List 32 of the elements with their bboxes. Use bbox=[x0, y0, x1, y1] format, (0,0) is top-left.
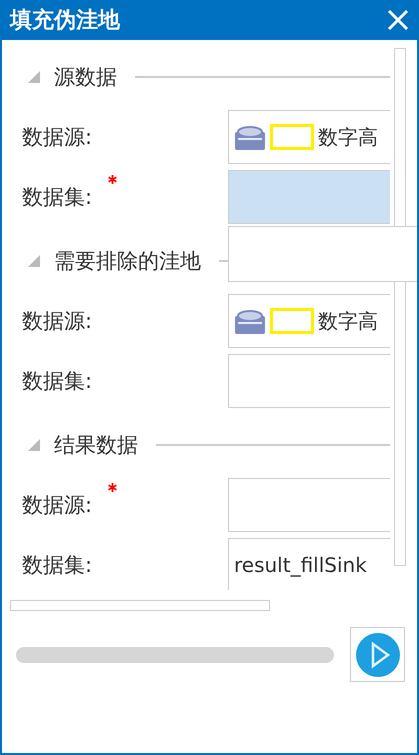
field-label: 数据源: bbox=[22, 124, 92, 151]
horizontal-scrollbar[interactable] bbox=[10, 600, 270, 611]
datasource-field[interactable]: 数字高 bbox=[228, 110, 390, 164]
redaction-box bbox=[270, 308, 314, 334]
run-button[interactable] bbox=[350, 627, 405, 682]
collapse-triangle-icon[interactable] bbox=[28, 71, 40, 83]
section-title: 源数据 bbox=[54, 64, 117, 91]
close-button[interactable] bbox=[385, 7, 411, 33]
dataset-field[interactable]: result_fillSink bbox=[228, 538, 390, 590]
close-icon bbox=[387, 9, 409, 31]
field-value: result_fillSink bbox=[234, 553, 367, 577]
field-label: 数据集: bbox=[22, 368, 92, 395]
dataset-field[interactable] bbox=[228, 478, 390, 532]
field-label: 数据源: bbox=[22, 308, 92, 335]
redaction-box bbox=[270, 124, 314, 150]
dropdown-list[interactable] bbox=[228, 226, 417, 282]
dataset-field[interactable] bbox=[228, 170, 390, 224]
play-icon bbox=[354, 632, 400, 678]
field-value: 数字高 bbox=[318, 308, 378, 334]
field-label: 数据集: bbox=[22, 184, 92, 211]
dataset-field[interactable] bbox=[228, 354, 390, 408]
image-database-icon bbox=[234, 124, 266, 150]
datasource-field[interactable]: 数字高 bbox=[228, 294, 390, 348]
collapse-triangle-icon[interactable] bbox=[28, 439, 40, 451]
collapse-triangle-icon[interactable] bbox=[28, 255, 40, 267]
section-title: 结果数据 bbox=[54, 432, 138, 459]
field-label: 数据源: bbox=[22, 492, 92, 519]
field-label: 数据集: bbox=[22, 552, 92, 579]
section-title: 需要排除的洼地 bbox=[54, 248, 201, 275]
image-database-icon bbox=[234, 308, 266, 334]
field-value: 数字高 bbox=[318, 124, 378, 150]
window-title: 填充伪洼地 bbox=[10, 6, 120, 35]
